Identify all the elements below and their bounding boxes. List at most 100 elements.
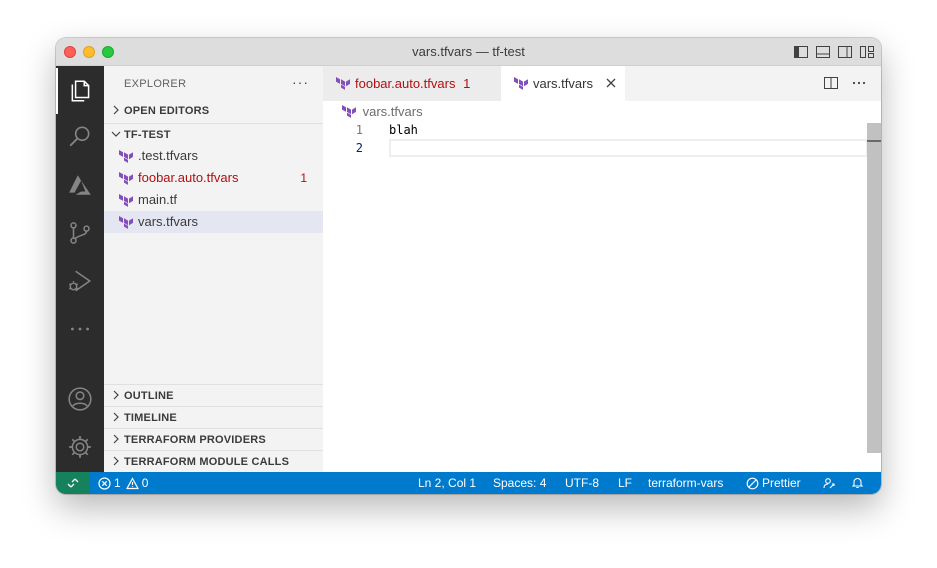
editor-actions (823, 75, 867, 91)
code-line: 1 blah (323, 121, 868, 139)
title-bar: vars.tfvars — tf-test (56, 38, 881, 66)
split-editor-icon[interactable] (823, 75, 839, 91)
manage-activity[interactable] (56, 424, 104, 470)
bell-icon (851, 477, 864, 489)
line-number: 1 (355, 123, 363, 137)
indentation-status[interactable]: Spaces: 4 (493, 476, 546, 490)
explorer-sidebar: EXPLORER ··· OPEN EDITORS TF-TEST .test.… (104, 66, 323, 472)
run-debug-activity[interactable] (56, 258, 104, 304)
section-label: TERRAFORM MODULE CALLS (124, 456, 290, 468)
chevron-right-icon (113, 412, 119, 422)
problems-count-badge: 1 (300, 171, 307, 185)
terraform-icon (119, 150, 133, 163)
more-actions-icon[interactable] (851, 75, 867, 91)
section-label: TIMELINE (124, 412, 177, 424)
current-line-highlight (389, 139, 868, 157)
eol-status[interactable]: LF (618, 476, 632, 490)
account-icon (68, 387, 92, 411)
file-name: vars.tfvars (138, 214, 198, 229)
chevron-down-icon (111, 131, 121, 137)
section-label: OUTLINE (124, 390, 174, 402)
warning-icon (125, 476, 139, 489)
terraform-icon (119, 194, 133, 207)
accounts-activity[interactable] (56, 376, 104, 422)
editor-tabs: foobar.auto.tfvars 1 vars.tfvars (323, 66, 881, 101)
status-bar: 1 0 Ln 2, Col 1 Spaces: 4 UTF-8 LF terra… (56, 472, 881, 494)
explorer-more-actions[interactable]: ··· (292, 74, 309, 90)
azure-activity[interactable] (56, 162, 104, 208)
tab-label: foobar.auto.tfvars 1 (355, 76, 470, 91)
error-icon (98, 476, 111, 490)
file-item[interactable]: foobar.auto.tfvars 1 (104, 167, 323, 189)
explorer-activity[interactable] (56, 68, 104, 114)
prettier-label: Prettier (762, 476, 801, 490)
remote-icon (67, 478, 79, 488)
outline-section[interactable]: OUTLINE (104, 384, 323, 406)
terraform-icon (119, 216, 133, 229)
file-item-selected[interactable]: vars.tfvars (104, 211, 323, 233)
tab-title: vars.tfvars (533, 76, 593, 91)
cursor-position-status[interactable]: Ln 2, Col 1 (418, 476, 476, 490)
close-icon[interactable] (605, 77, 617, 89)
terraform-icon (119, 172, 133, 185)
terraform-icon (514, 77, 528, 90)
section-label: OPEN EDITORS (124, 105, 210, 117)
prettier-status[interactable]: Prettier (746, 476, 801, 490)
toggle-panel-icon[interactable] (815, 44, 831, 60)
warning-count: 0 (141, 476, 149, 490)
file-item[interactable]: .test.tfvars (104, 145, 323, 167)
tab-foobar-auto-tfvars[interactable]: foobar.auto.tfvars 1 (323, 66, 501, 101)
chevron-right-icon (113, 105, 119, 115)
timeline-section[interactable]: TIMELINE (104, 406, 323, 428)
encoding-status[interactable]: UTF-8 (565, 476, 599, 490)
line-number: 2 (355, 141, 363, 155)
vscode-window: vars.tfvars — tf-test EXPLORER ··· OPEN … (56, 38, 881, 494)
tab-problems-badge: 1 (463, 76, 471, 91)
source-control-icon (70, 222, 90, 244)
terraform-providers-section[interactable]: TERRAFORM PROVIDERS (104, 428, 323, 450)
toggle-secondary-sidebar-icon[interactable] (837, 44, 853, 60)
section-label: TERRAFORM PROVIDERS (124, 434, 266, 446)
chevron-right-icon (113, 390, 119, 400)
toggle-primary-sidebar-icon[interactable] (793, 44, 809, 60)
breadcrumb-file: vars.tfvars (362, 104, 423, 119)
window-title: vars.tfvars — tf-test (412, 44, 525, 59)
gear-icon (69, 436, 91, 458)
error-count: 1 (114, 476, 121, 490)
notifications-status[interactable] (851, 476, 864, 489)
feedback-status[interactable] (822, 476, 836, 490)
layout-controls (793, 44, 875, 60)
editor-area: foobar.auto.tfvars 1 vars.tfvars vars.tf… (323, 66, 881, 472)
run-debug-icon (69, 270, 92, 292)
code-editor[interactable]: 1 blah 2 (323, 121, 868, 157)
tab-title: foobar.auto.tfvars (355, 76, 456, 91)
chevron-right-icon (113, 434, 119, 444)
file-item[interactable]: main.tf (104, 189, 323, 211)
terraform-module-calls-section[interactable]: TERRAFORM MODULE CALLS (104, 450, 323, 472)
search-activity[interactable] (56, 114, 104, 160)
feedback-icon (823, 478, 835, 489)
customize-layout-icon[interactable] (859, 44, 875, 60)
azure-icon (69, 175, 91, 195)
file-name: .test.tfvars (138, 148, 198, 163)
sidebar-title: EXPLORER (124, 78, 187, 90)
file-name: foobar.auto.tfvars (138, 170, 239, 185)
vertical-scrollbar[interactable] (867, 123, 881, 453)
code-line-current: 2 (323, 139, 868, 157)
more-activities[interactable] (56, 306, 104, 352)
prettier-disabled-icon (746, 477, 759, 489)
remote-indicator[interactable] (56, 472, 90, 494)
source-control-activity[interactable] (56, 210, 104, 256)
files-icon (71, 80, 90, 102)
search-icon (69, 126, 90, 147)
problems-status[interactable]: 1 0 (98, 476, 148, 490)
language-mode-status[interactable]: terraform-vars (648, 476, 723, 490)
folder-section[interactable]: TF-TEST (104, 123, 323, 145)
line-text: blah (389, 123, 418, 137)
terraform-icon (336, 77, 350, 90)
file-name: main.tf (138, 192, 178, 207)
chevron-right-icon (113, 456, 119, 466)
tab-vars-tfvars[interactable]: vars.tfvars (501, 66, 625, 101)
breadcrumb[interactable]: vars.tfvars (341, 104, 423, 119)
open-editors-section[interactable]: OPEN EDITORS (104, 100, 323, 122)
